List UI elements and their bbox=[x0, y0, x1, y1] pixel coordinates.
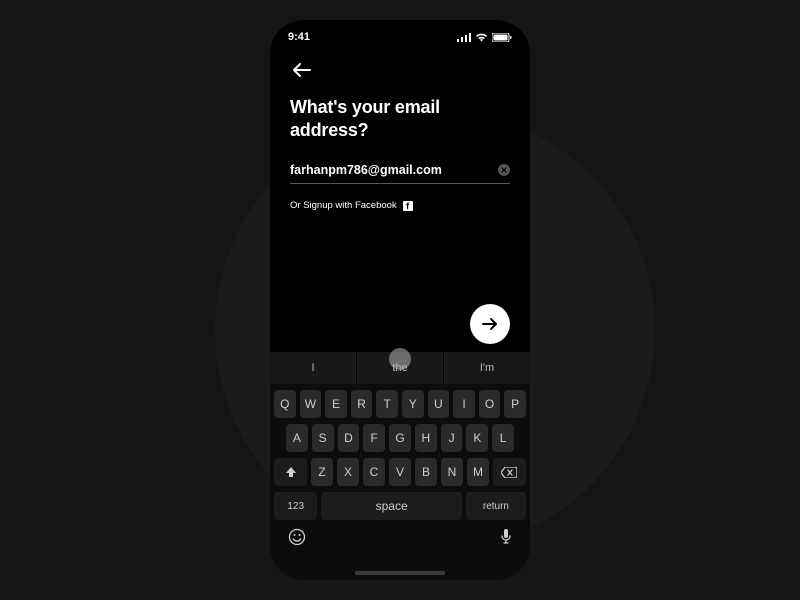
key-q[interactable]: Q bbox=[274, 390, 296, 418]
phone-frame: 9:41 What's your email address? Or Sign bbox=[270, 20, 530, 580]
key-w[interactable]: W bbox=[300, 390, 322, 418]
wifi-icon bbox=[475, 33, 488, 42]
numbers-key[interactable]: 123 bbox=[274, 492, 317, 520]
key-y[interactable]: Y bbox=[402, 390, 424, 418]
facebook-signup-label: Or Signup with Facebook bbox=[290, 200, 397, 211]
backspace-key[interactable] bbox=[493, 458, 526, 486]
key-p[interactable]: P bbox=[504, 390, 526, 418]
key-j[interactable]: J bbox=[441, 424, 463, 452]
clear-input-button[interactable] bbox=[498, 164, 510, 176]
key-m[interactable]: M bbox=[467, 458, 489, 486]
back-button[interactable] bbox=[290, 58, 314, 82]
keyboard-row-3: ZXCVBNM bbox=[274, 458, 526, 486]
next-button[interactable] bbox=[470, 304, 510, 344]
status-bar: 9:41 bbox=[270, 20, 530, 54]
key-t[interactable]: T bbox=[376, 390, 398, 418]
signal-icon bbox=[457, 33, 471, 42]
mic-key[interactable] bbox=[500, 528, 512, 546]
keyboard-row-2: ASDFGHJKL bbox=[274, 424, 526, 452]
keyboard: I the I'm QWERTYUIOP ASDFGHJKL ZXCVBNM 1… bbox=[270, 352, 530, 580]
home-indicator[interactable] bbox=[355, 571, 445, 575]
facebook-signup-link[interactable]: Or Signup with Facebook f bbox=[290, 200, 510, 211]
key-v[interactable]: V bbox=[389, 458, 411, 486]
emoji-key[interactable] bbox=[288, 528, 306, 546]
key-z[interactable]: Z bbox=[311, 458, 333, 486]
key-u[interactable]: U bbox=[428, 390, 450, 418]
page-heading: What's your email address? bbox=[290, 96, 510, 141]
return-key[interactable]: return bbox=[466, 492, 526, 520]
key-r[interactable]: R bbox=[351, 390, 373, 418]
status-time: 9:41 bbox=[288, 31, 310, 43]
key-g[interactable]: G bbox=[389, 424, 411, 452]
battery-icon bbox=[492, 33, 512, 42]
key-e[interactable]: E bbox=[325, 390, 347, 418]
key-n[interactable]: N bbox=[441, 458, 463, 486]
suggestion-2[interactable]: I'm bbox=[444, 352, 530, 384]
key-a[interactable]: A bbox=[286, 424, 308, 452]
keyboard-row-4: 123 space return bbox=[274, 492, 526, 520]
email-input-row bbox=[290, 163, 510, 184]
key-f[interactable]: F bbox=[363, 424, 385, 452]
key-c[interactable]: C bbox=[363, 458, 385, 486]
key-x[interactable]: X bbox=[337, 458, 359, 486]
facebook-icon: f bbox=[403, 201, 413, 211]
key-b[interactable]: B bbox=[415, 458, 437, 486]
key-k[interactable]: K bbox=[466, 424, 488, 452]
space-key[interactable]: space bbox=[321, 492, 461, 520]
key-d[interactable]: D bbox=[338, 424, 360, 452]
email-field[interactable] bbox=[290, 163, 490, 177]
touch-indicator bbox=[389, 348, 411, 370]
suggestion-0[interactable]: I bbox=[270, 352, 357, 384]
key-i[interactable]: I bbox=[453, 390, 475, 418]
keyboard-row-1: QWERTYUIOP bbox=[274, 390, 526, 418]
keyboard-bottom-row bbox=[274, 520, 526, 546]
key-l[interactable]: L bbox=[492, 424, 514, 452]
shift-key[interactable] bbox=[274, 458, 307, 486]
key-h[interactable]: H bbox=[415, 424, 437, 452]
status-indicators bbox=[457, 33, 512, 42]
key-o[interactable]: O bbox=[479, 390, 501, 418]
key-s[interactable]: S bbox=[312, 424, 334, 452]
